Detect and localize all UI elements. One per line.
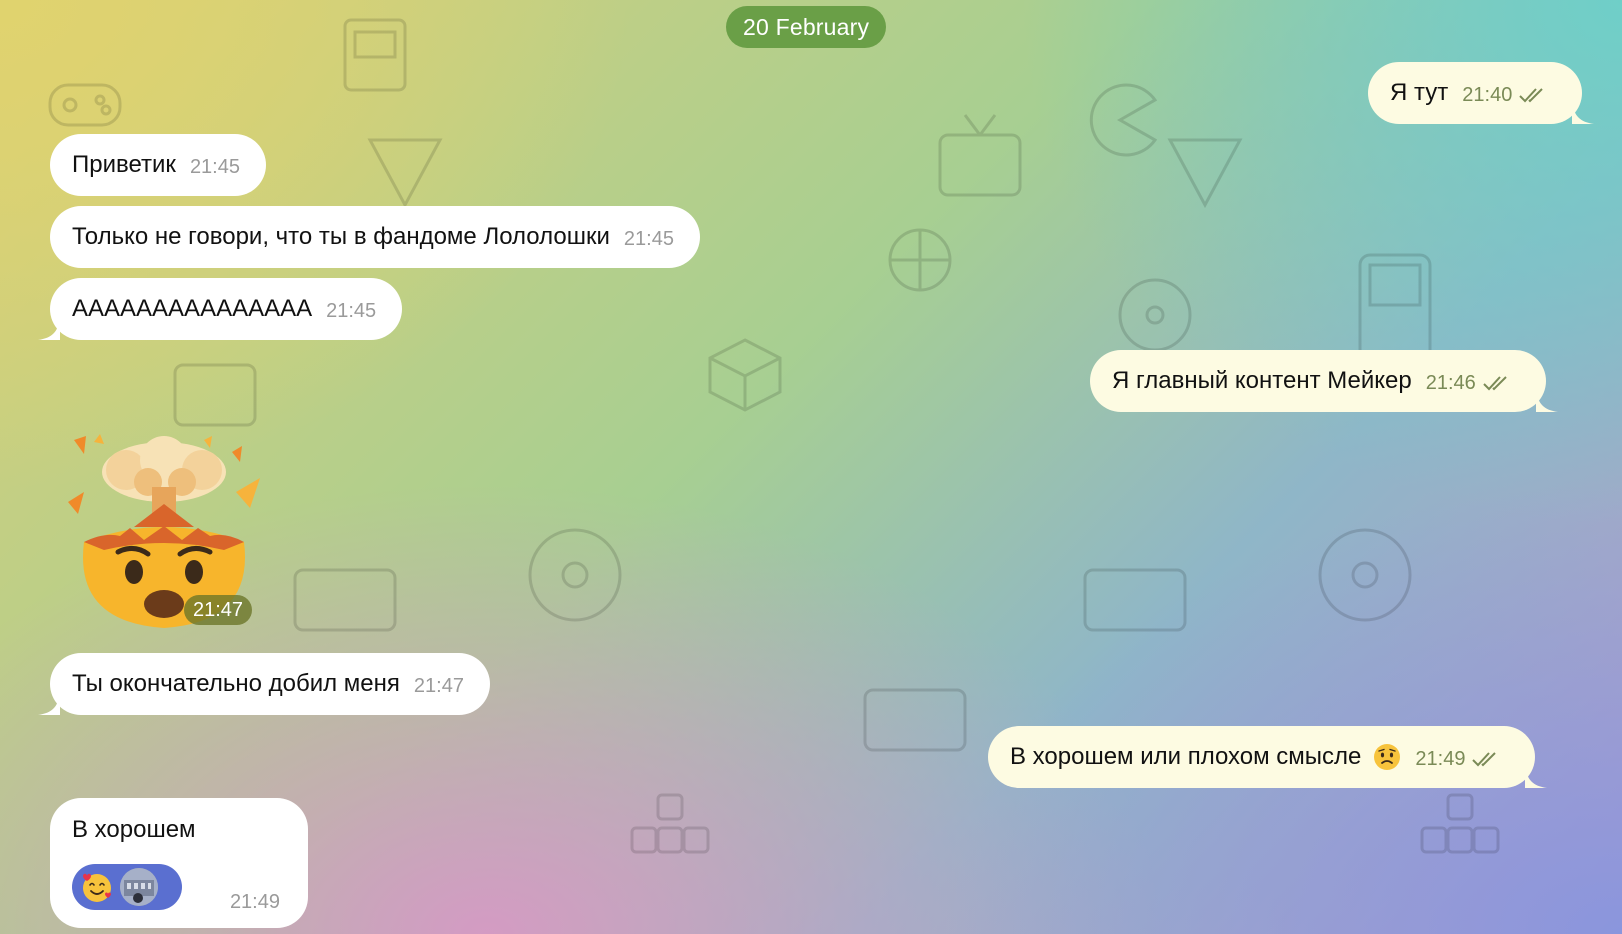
message-text: Я тут	[1390, 79, 1449, 106]
message-text: Ты окончательно добил меня	[72, 670, 400, 697]
double-check-read-icon	[1518, 86, 1548, 104]
incoming-message[interactable]: AAAAAAAAAAAAAAA 21:45	[38, 278, 403, 340]
bubble-tail-icon	[1525, 766, 1548, 788]
incoming-message[interactable]: Только не говори, что ты в фандоме Лолол…	[50, 206, 700, 268]
press-start-doodle-icon	[863, 688, 967, 752]
cartridge-doodle-icon	[343, 18, 407, 92]
message-text: Я главный контент Мейкер	[1112, 367, 1412, 394]
incoming-message[interactable]: В хорошем 🥰 21:49	[50, 798, 308, 928]
avatar	[120, 868, 158, 906]
steering-wheel-doodle-icon	[528, 528, 622, 622]
bubble-tail-icon	[38, 318, 60, 340]
tv-doodle-icon	[938, 114, 1022, 197]
message-time: 21:49	[1415, 747, 1466, 770]
outgoing-message[interactable]: Я главный контент Мейкер 21:46	[1090, 350, 1558, 412]
message-text: В хорошем	[72, 816, 196, 843]
pacman-doodle-icon	[1089, 83, 1158, 157]
sticker-time: 21:47	[184, 595, 253, 625]
double-check-read-icon	[1482, 374, 1512, 392]
ball-doodle-icon	[888, 228, 952, 292]
bubble-tail-icon	[1572, 102, 1595, 124]
pizza-doodle-icon	[1167, 138, 1243, 209]
smiling-face-with-hearts-emoji-icon	[83, 873, 111, 902]
outgoing-message[interactable]: В хорошем или плохом смысле 😟 21:49	[988, 726, 1548, 788]
message-text: AAAAAAAAAAAAAAA	[72, 295, 313, 322]
message-time: 21:45	[326, 299, 377, 322]
wasd-keys-doodle-icon	[1420, 793, 1500, 854]
incoming-message[interactable]: Приветик 21:45	[50, 134, 266, 196]
worried-face-emoji-icon	[1374, 744, 1401, 770]
bubble-tail-icon	[38, 693, 60, 715]
game-over-doodle-icon	[293, 568, 397, 632]
date-separator: 20 February	[726, 6, 887, 48]
double-check-read-icon	[1471, 750, 1501, 768]
message-time: 21:40	[1462, 83, 1513, 106]
disc-doodle-icon	[1118, 278, 1192, 352]
message-text: Только не говори, что ты в фандоме Лолол…	[72, 223, 610, 250]
message-time: 21:45	[623, 227, 674, 250]
message-time: 21:49	[229, 891, 280, 913]
pizza-doodle-icon	[367, 138, 443, 209]
reaction-pill[interactable]: 🥰	[72, 864, 182, 910]
message-text: Приветик	[72, 151, 176, 178]
message-time: 21:45	[189, 155, 240, 178]
game-over-doodle-icon	[1083, 568, 1187, 632]
steering-wheel-doodle-icon	[1318, 528, 1412, 622]
message-time: 21:46	[1425, 371, 1476, 394]
incoming-message[interactable]: Ты окончательно добил меня 21:47	[38, 653, 490, 715]
cube-doodle-icon	[708, 338, 782, 412]
wasd-keys-doodle-icon	[630, 793, 710, 854]
message-text: В хорошем или плохом смысле	[1010, 743, 1362, 770]
bubble-tail-icon	[1535, 390, 1558, 412]
handheld-console-doodle-icon	[173, 363, 257, 427]
outgoing-message[interactable]: Я тут 21:40	[1368, 62, 1595, 124]
message-time: 21:47	[413, 674, 464, 697]
